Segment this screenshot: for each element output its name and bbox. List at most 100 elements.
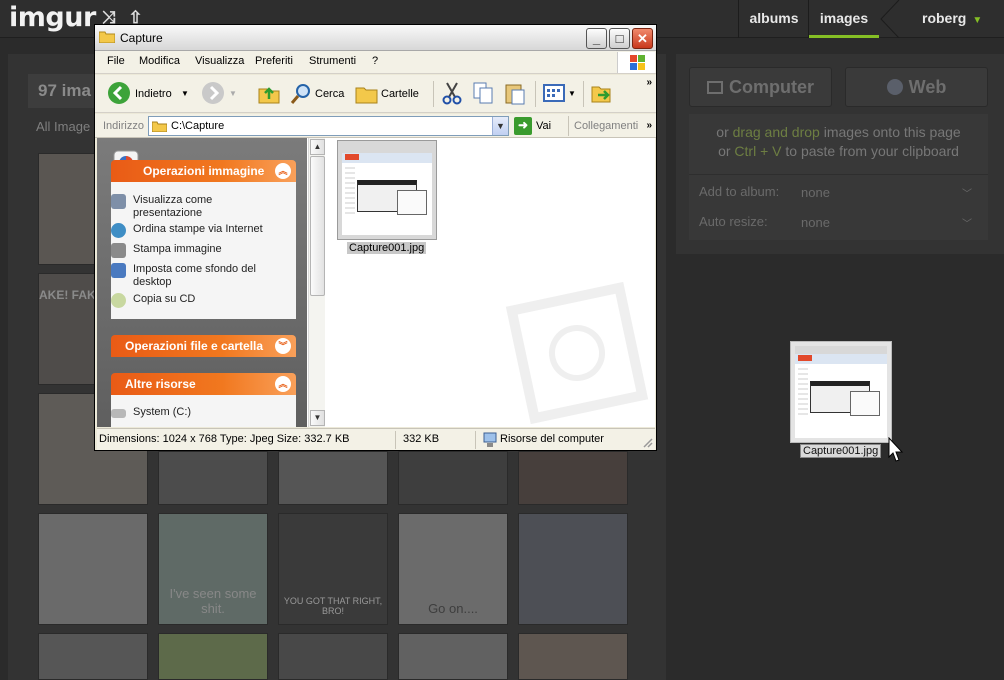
- back-icon: [108, 82, 130, 104]
- nav-images[interactable]: images: [809, 0, 879, 38]
- task-slideshow[interactable]: Visualizza come presentazione: [111, 194, 283, 220]
- status-size: 332 KB: [403, 433, 440, 445]
- address-value: C:\Capture: [171, 120, 225, 132]
- slideshow-icon: [111, 194, 126, 209]
- task-order-prints[interactable]: Ordina stampe via Internet: [111, 223, 283, 238]
- cut-button[interactable]: [440, 81, 464, 107]
- search-button[interactable]: Cerca: [289, 81, 345, 107]
- toolbar-separator: [583, 81, 584, 107]
- gallery-thumb[interactable]: I've seen some shit.: [158, 513, 268, 625]
- explorer-content: Operazioni immagine ︽ Visualizza come pr…: [97, 138, 655, 427]
- menu-visualizza[interactable]: Visualizza: [195, 55, 244, 67]
- menu-modifica[interactable]: Modifica: [139, 55, 180, 67]
- printer-icon: [111, 243, 126, 258]
- window-title: Capture: [120, 31, 163, 45]
- status-location: Risorse del computer: [500, 433, 604, 445]
- gallery-thumb[interactable]: [518, 633, 628, 680]
- gallery-thumb[interactable]: [278, 451, 388, 505]
- all-images-label[interactable]: All Image: [36, 119, 90, 134]
- maximize-button[interactable]: □: [609, 28, 630, 49]
- nav-albums[interactable]: albums: [740, 0, 808, 38]
- thumb-caption: YOU GOT THAT RIGHT, BRO!: [283, 596, 383, 616]
- gallery-thumb[interactable]: [38, 513, 148, 625]
- file-tasks-header[interactable]: Operazioni file e cartella ︾: [111, 335, 296, 357]
- task-print-image[interactable]: Stampa immagine: [111, 243, 283, 258]
- go-button[interactable]: ➜ Vai: [514, 116, 564, 136]
- place-system-c[interactable]: System (C:): [111, 406, 283, 419]
- address-dropdown-button[interactable]: ▼: [492, 117, 508, 135]
- resize-grip-icon[interactable]: [641, 436, 653, 448]
- divider: [689, 174, 988, 175]
- views-button[interactable]: ▼: [542, 81, 578, 107]
- dropdown-arrow-icon: ▼: [568, 89, 576, 98]
- nav-user-menu[interactable]: roberg ▼: [910, 0, 1004, 38]
- gallery-thumb[interactable]: [518, 513, 628, 625]
- move-to-button[interactable]: [590, 81, 614, 107]
- task-copy-to-cd[interactable]: Copia su CD: [111, 293, 283, 308]
- gallery-thumb[interactable]: [398, 451, 508, 505]
- wallpaper-icon: [111, 263, 126, 278]
- forward-icon: [202, 82, 224, 104]
- scroll-thumb[interactable]: [310, 156, 325, 296]
- globe-icon: [886, 79, 903, 95]
- menu-bar: File Modifica Visualizza Preferiti Strum…: [95, 51, 656, 74]
- back-label: Indietro: [135, 88, 172, 100]
- up-folder-icon: [258, 87, 280, 104]
- menu-help[interactable]: ?: [372, 55, 378, 67]
- links-toolbar[interactable]: Collegamenti »: [568, 116, 656, 136]
- minimize-button[interactable]: _: [586, 28, 607, 49]
- toolbar-overflow-icon[interactable]: »: [646, 77, 652, 88]
- back-button[interactable]: Indietro ▼: [107, 81, 189, 107]
- expand-icon[interactable]: ︾: [275, 338, 291, 354]
- move-icon: [591, 86, 611, 103]
- copy-button[interactable]: [471, 81, 495, 107]
- up-folder-button[interactable]: [257, 81, 281, 107]
- forward-button[interactable]: ▼: [201, 81, 237, 107]
- upload-web-button[interactable]: Web: [845, 67, 988, 107]
- windows-logo-icon: [617, 52, 655, 73]
- gallery-thumb[interactable]: [518, 451, 628, 505]
- scroll-down-button[interactable]: ▼: [310, 410, 325, 426]
- menu-preferiti[interactable]: Preferiti: [255, 55, 293, 67]
- dragged-image-thumbnail[interactable]: [790, 341, 892, 443]
- dropdown-arrow-icon[interactable]: ▼: [181, 81, 189, 107]
- paste-button[interactable]: [503, 81, 527, 107]
- address-input[interactable]: C:\Capture ▼: [148, 116, 509, 136]
- computer-label: Computer: [729, 77, 814, 97]
- go-icon: ➜: [514, 117, 532, 135]
- file-thumbnail[interactable]: [337, 140, 437, 240]
- task-set-wallpaper[interactable]: Imposta come sfondo del desktop: [111, 263, 283, 289]
- other-places-header[interactable]: Altre risorse ︽: [111, 373, 296, 395]
- gallery-thumb[interactable]: [38, 633, 148, 680]
- collapse-icon[interactable]: ︽: [275, 163, 291, 179]
- add-to-album-label: Add to album:: [699, 184, 780, 199]
- add-to-album-select[interactable]: none ﹀: [801, 185, 976, 200]
- gallery-thumb[interactable]: [278, 633, 388, 680]
- close-button[interactable]: ✕: [632, 28, 653, 49]
- views-icon: [543, 84, 565, 102]
- file-list[interactable]: Capture001.jpg: [327, 138, 655, 427]
- upload-computer-button[interactable]: Computer: [689, 67, 832, 107]
- gallery-thumb[interactable]: [158, 633, 268, 680]
- chevron-down-icon: ﹀: [962, 189, 972, 200]
- links-overflow-icon[interactable]: »: [646, 116, 652, 136]
- gallery-thumb[interactable]: [158, 451, 268, 505]
- gallery-thumb[interactable]: YOU GOT THAT RIGHT, BRO!: [278, 513, 388, 625]
- file-name[interactable]: Capture001.jpg: [347, 242, 427, 254]
- folder-icon: [355, 87, 378, 104]
- image-tasks-header[interactable]: Operazioni immagine ︽: [111, 160, 296, 182]
- auto-resize-label: Auto resize:: [699, 214, 768, 229]
- folders-button[interactable]: Cartelle: [355, 81, 425, 107]
- scroll-up-button[interactable]: ▲: [310, 139, 325, 155]
- go-label: Vai: [536, 120, 552, 132]
- collapse-icon[interactable]: ︽: [275, 376, 291, 392]
- menu-strumenti[interactable]: Strumenti: [309, 55, 356, 67]
- gallery-thumb[interactable]: Go on....: [398, 513, 508, 625]
- auto-resize-select[interactable]: none ﹀: [801, 215, 976, 230]
- title-bar[interactable]: Capture _ □ ✕: [95, 25, 656, 51]
- imgur-logo[interactable]: imgur: [9, 2, 96, 33]
- gallery-thumb[interactable]: [398, 633, 508, 680]
- menu-file[interactable]: File: [107, 55, 125, 67]
- address-label: Indirizzo: [103, 120, 144, 132]
- task-pane-scrollbar[interactable]: ▲ ▼: [308, 138, 325, 427]
